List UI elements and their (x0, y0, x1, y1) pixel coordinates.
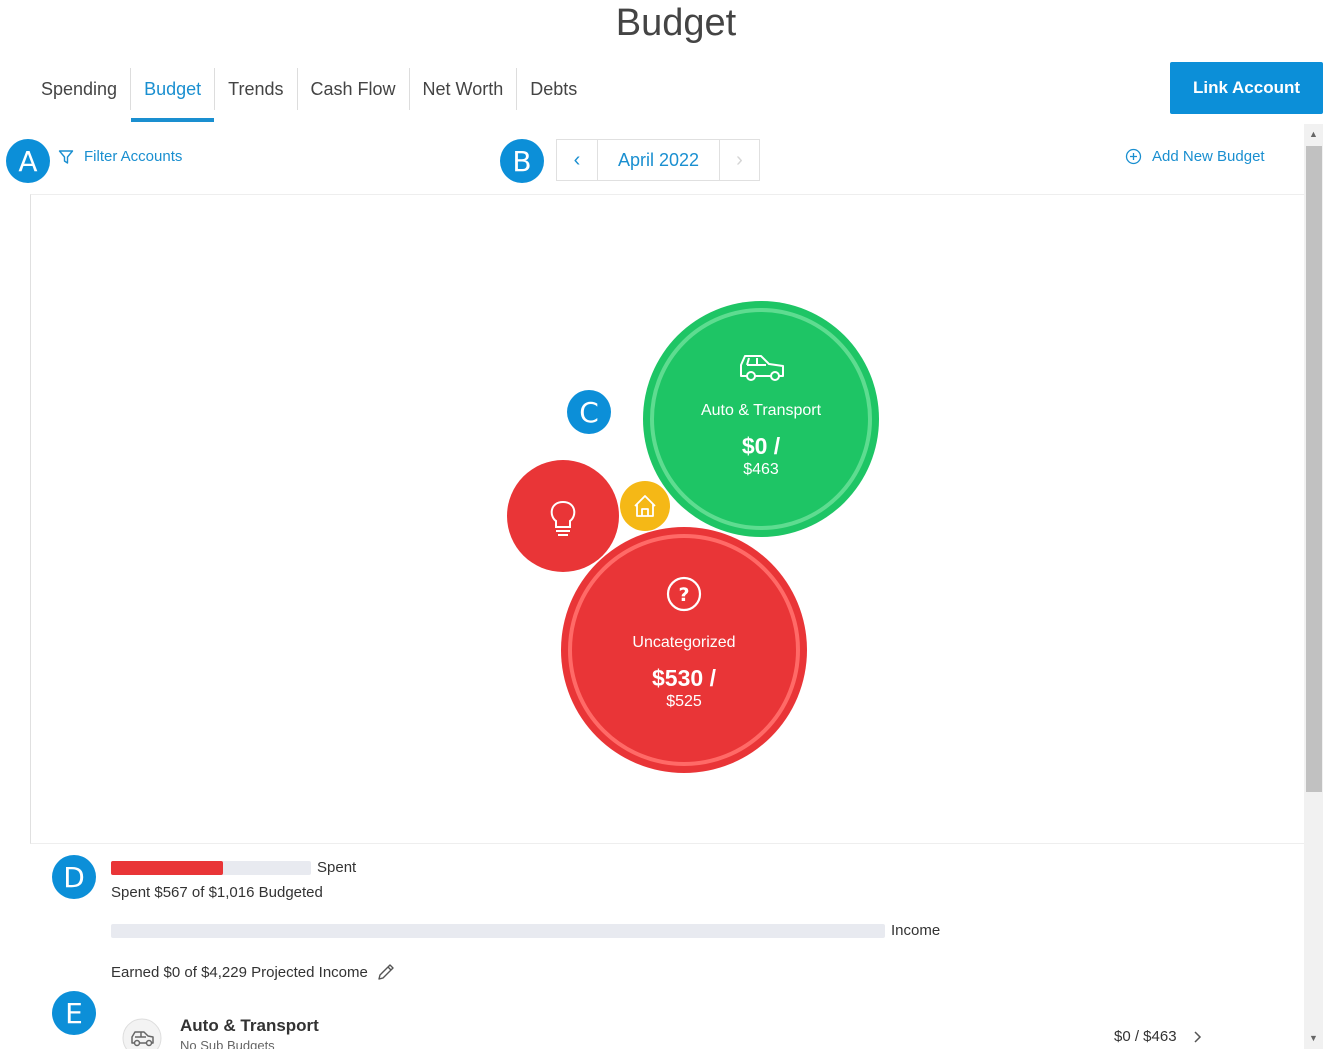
income-progress-bar (111, 924, 885, 938)
income-progress-label: Income (891, 922, 941, 939)
uncategorized-bubble-name: Uncategorized (632, 634, 736, 651)
budget-item-name: Auto & Transport (180, 1016, 319, 1035)
list-item[interactable]: Auto & Transport No Sub Budgets $0 / $46… (118, 1012, 1298, 1049)
car-icon (122, 1018, 162, 1049)
scrollbar-thumb[interactable] (1306, 146, 1322, 792)
budget-item-sub: No Sub Budgets (180, 1038, 275, 1049)
scroll-up-arrow-icon[interactable]: ▲ (1304, 124, 1323, 144)
auto-transport-bubble-spent: $0 / (741, 433, 781, 459)
spent-progress-fill (111, 861, 223, 875)
svg-text:?: ? (678, 584, 689, 606)
auto-transport-bubble-name: Auto & Transport (700, 402, 822, 419)
pencil-icon[interactable] (376, 962, 396, 982)
income-summary-text: Earned $0 of $4,229 Projected Income (111, 963, 368, 981)
auto-transport-bubble-budget: $463 (743, 461, 779, 478)
income-summary-row: Earned $0 of $4,229 Projected Income (111, 962, 396, 982)
bubble-home[interactable] (620, 481, 670, 531)
uncategorized-bubble-budget: $525 (666, 693, 702, 710)
spent-summary-text: Spent $567 of $1,016 Budgeted (111, 884, 323, 901)
bubble-utilities[interactable] (507, 460, 619, 572)
spent-progress-bar (111, 861, 311, 875)
uncategorized-bubble-spent: $530 / (652, 665, 716, 691)
budget-item-amount: $0 / $463 (1114, 1028, 1177, 1045)
scroll-down-arrow-icon[interactable]: ▼ (1304, 1028, 1323, 1048)
callout-marker-c: C (567, 390, 611, 434)
chevron-right-icon (1194, 1031, 1202, 1043)
callout-marker-e: E (52, 991, 96, 1035)
spent-progress-label: Spent (317, 859, 357, 876)
callout-marker-d: D (52, 855, 96, 899)
